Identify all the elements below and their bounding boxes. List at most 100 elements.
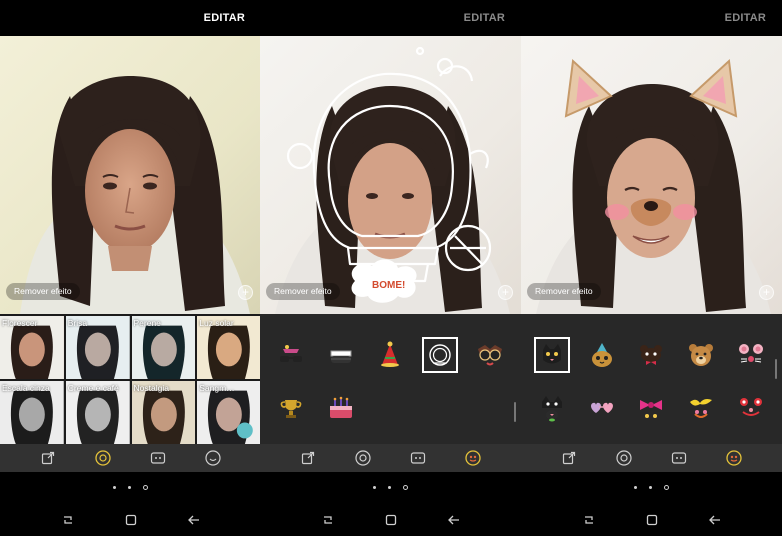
sticker-sunglasses-hat[interactable] <box>266 328 316 381</box>
filter-label: Creme e café <box>67 383 119 393</box>
filter-icon[interactable] <box>355 450 371 466</box>
sticker-trophy[interactable] <box>266 381 316 434</box>
filter-label: Perene <box>133 318 161 328</box>
sticker-black-cat[interactable] <box>527 381 577 434</box>
edit-button[interactable]: EDITAR <box>464 12 505 24</box>
filter-label: Nostalgia <box>133 383 169 393</box>
filter-thumb[interactable]: Sangm… <box>197 381 261 444</box>
photo-preview[interactable]: Remover efeito + <box>0 36 261 314</box>
remove-effect-button[interactable]: Remover efeito <box>527 283 601 300</box>
filter-label: Florescer <box>2 318 38 328</box>
sticker-scrollbar[interactable] <box>514 402 516 422</box>
page-indicator <box>260 480 521 494</box>
face-icon[interactable] <box>410 450 426 466</box>
sticker-birthday-cake[interactable] <box>316 381 366 434</box>
filter-thumb[interactable]: Nostalgia <box>131 381 196 444</box>
export-icon[interactable] <box>561 450 577 466</box>
top-bar: EDITAR <box>0 0 261 36</box>
sticker-panel <box>260 314 521 444</box>
filter-thumb[interactable]: Luz solar <box>197 316 261 379</box>
filter-label: Sangm… <box>199 383 235 393</box>
sticker-pink-mouse[interactable] <box>726 328 776 381</box>
sticker-red-crab[interactable] <box>726 381 776 434</box>
home-icon[interactable] <box>124 513 138 527</box>
portrait-photo: BOME! <box>275 46 510 314</box>
page-indicator <box>521 480 782 494</box>
sticker-astronaut-helmet[interactable] <box>415 328 465 381</box>
filter-thumb[interactable]: Perene <box>131 316 196 379</box>
back-icon[interactable] <box>447 513 461 527</box>
top-bar: EDITAR <box>521 0 782 36</box>
filter-label: Brisa <box>67 318 88 328</box>
remove-effect-button[interactable]: Remover efeito <box>266 283 340 300</box>
edit-toolbar <box>521 444 782 472</box>
face-icon[interactable] <box>150 450 166 466</box>
page-dot <box>128 485 131 489</box>
back-icon[interactable] <box>708 513 722 527</box>
filter-thumb[interactable]: Creme e café <box>65 381 130 444</box>
add-button[interactable]: + <box>498 285 513 300</box>
screen-filters: EDITAR Remover efeito + Florescer Brisa … <box>0 0 261 536</box>
sticker-heart-glasses[interactable] <box>577 381 627 434</box>
add-button[interactable]: + <box>238 285 253 300</box>
page-dot <box>388 485 391 489</box>
remove-effect-button[interactable]: Remover efeito <box>6 283 80 300</box>
sticker-pink-bow[interactable] <box>627 381 677 434</box>
back-icon[interactable] <box>187 513 201 527</box>
sticker-icon[interactable] <box>465 450 482 466</box>
screens-container: EDITAR Remover efeito + Florescer Brisa … <box>0 0 782 536</box>
screen-stickers-animals: EDITAR Remover efeito + <box>521 0 782 536</box>
photo-preview[interactable]: BOME! Remover efeito + <box>260 36 521 314</box>
sticker-icon[interactable] <box>205 450 221 466</box>
filter-icon[interactable] <box>95 450 111 466</box>
home-icon[interactable] <box>645 513 659 527</box>
page-dot <box>649 485 652 489</box>
filter-thumb[interactable]: Florescer <box>0 316 64 379</box>
filter-label: Luz solar <box>199 318 234 328</box>
edit-button[interactable]: EDITAR <box>725 12 766 24</box>
sticker-party-hat[interactable] <box>366 328 416 381</box>
portrait-photo <box>536 58 771 314</box>
export-icon[interactable] <box>300 450 316 466</box>
edit-toolbar <box>260 444 521 472</box>
page-dot-current <box>664 484 669 490</box>
page-dot <box>634 485 637 489</box>
filter-label: Escala cinza <box>2 383 50 393</box>
sticker-cat-face[interactable] <box>527 328 577 381</box>
sticker-ski-goggles[interactable] <box>316 328 366 381</box>
filter-thumb[interactable]: Brisa <box>65 316 130 379</box>
sticker-scrollbar[interactable] <box>775 359 777 379</box>
sticker-bear-bow[interactable] <box>627 328 677 381</box>
recent-apps-icon[interactable] <box>61 513 75 527</box>
add-button[interactable]: + <box>759 285 774 300</box>
sticker-party-cat[interactable] <box>577 328 627 381</box>
export-icon[interactable] <box>40 450 56 466</box>
filter-icon[interactable] <box>616 450 632 466</box>
portrait-photo <box>20 76 250 314</box>
home-icon[interactable] <box>384 513 398 527</box>
page-dot <box>113 485 116 489</box>
sticker-owl-glasses[interactable] <box>465 328 515 381</box>
page-dot-current <box>143 484 148 490</box>
page-indicator <box>0 480 261 494</box>
edit-toolbar <box>0 444 261 472</box>
recent-apps-icon[interactable] <box>582 513 596 527</box>
sticker-icon[interactable] <box>726 450 743 466</box>
face-icon[interactable] <box>671 450 687 466</box>
sticker-teddy-bear[interactable] <box>676 328 726 381</box>
recent-apps-icon[interactable] <box>321 513 335 527</box>
system-nav-bar <box>0 506 261 534</box>
filter-thumb[interactable]: Escala cinza <box>0 381 64 444</box>
photo-preview[interactable]: Remover efeito + <box>521 36 782 314</box>
screen-stickers-objects: EDITAR BOME! Remover efeito + <box>260 0 521 536</box>
top-bar: EDITAR <box>260 0 521 36</box>
page-dot-current <box>403 484 408 490</box>
sticker-yellow-bow[interactable] <box>676 381 726 434</box>
system-nav-bar <box>521 506 782 534</box>
sticker-panel <box>521 314 782 444</box>
svg-text:BOME!: BOME! <box>372 280 405 291</box>
system-nav-bar <box>260 506 521 534</box>
filter-grid: Florescer Brisa Perene Luz solar Escala … <box>0 314 261 444</box>
edit-button[interactable]: EDITAR <box>204 12 245 24</box>
page-dot <box>373 485 376 489</box>
